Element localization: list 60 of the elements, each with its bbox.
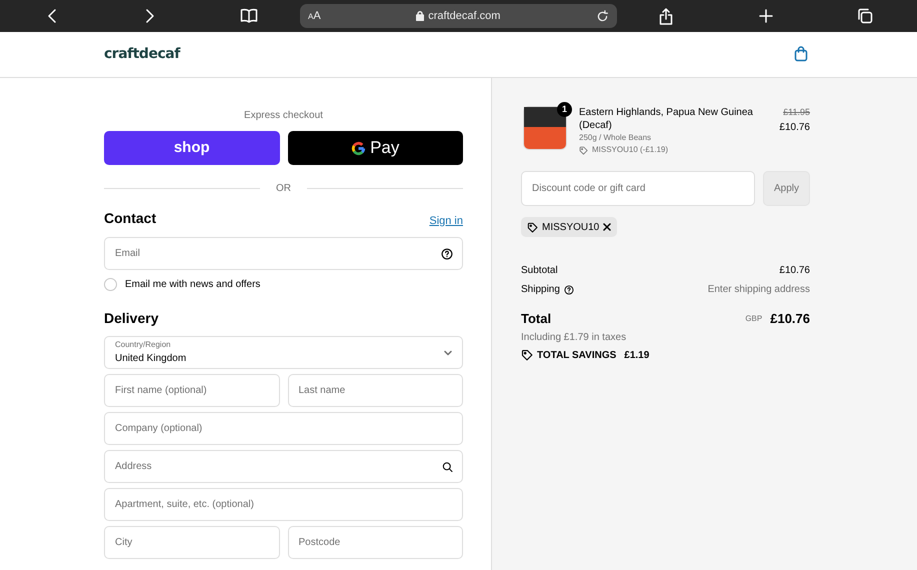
currency-code: GBP	[745, 312, 762, 325]
savings-tag-icon	[521, 349, 533, 361]
product-variant: 250g / Whole Beans	[579, 132, 652, 144]
forward-icon[interactable]	[144, 8, 156, 24]
newsletter-label: Email me with news and offers	[125, 278, 260, 292]
chevron-down-icon	[444, 350, 452, 356]
google-g-icon	[351, 140, 366, 156]
discount-code-field[interactable]: Discount code or gift card	[521, 171, 755, 206]
country-select[interactable]: Country/Region United Kingdom	[104, 336, 463, 369]
reload-icon[interactable]	[596, 10, 609, 22]
help-icon	[564, 284, 574, 294]
tag-icon	[579, 146, 588, 154]
shipping-value: Enter shipping address	[708, 283, 810, 297]
google-pay-button[interactable]: Pay	[288, 131, 463, 165]
product-name: Eastern Highlands, Papua New Guinea (Decaf)	[579, 106, 754, 132]
discount-chip: MISSYOU10	[521, 217, 618, 237]
address-bar[interactable]: AA craftdecaf.com	[300, 4, 617, 28]
original-price: £11.95	[783, 106, 810, 119]
shopping-bag-icon[interactable]	[794, 46, 808, 62]
contact-heading: Contact	[104, 209, 156, 228]
tag-icon	[527, 222, 538, 232]
product-price: £10.76	[779, 120, 810, 134]
delivery-heading: Delivery	[104, 310, 158, 326]
tabs-icon[interactable]	[857, 8, 873, 24]
total-savings-value: £1.19	[624, 348, 650, 362]
sign-in-link[interactable]: Sign in	[429, 212, 463, 229]
text-size-button[interactable]: AA	[308, 8, 321, 24]
total-savings-label: TOTAL SAVINGS	[537, 348, 616, 362]
country-label: Country/Region	[115, 339, 172, 351]
input-field[interactable]: Apartment, suite, etc. (optional)	[104, 488, 463, 521]
input-field[interactable]: First name (optional)	[104, 374, 280, 407]
discount-code-text: MISSYOU10 (-£1.19)	[592, 144, 668, 156]
input-field[interactable]: Last name	[288, 374, 463, 407]
email-field[interactable]: Email	[104, 237, 463, 270]
input-field[interactable]: City	[104, 526, 280, 559]
shipping-label: Shipping	[521, 283, 560, 297]
book-icon[interactable]	[240, 8, 258, 24]
help-icon	[441, 248, 453, 260]
plus-icon[interactable]	[759, 8, 773, 23]
quantity-badge: 1	[557, 102, 572, 117]
country-value: United Kingdom	[115, 352, 186, 366]
url-text: craftdecaf.com	[428, 8, 500, 24]
total-value: £10.76	[770, 310, 810, 328]
address-search-field[interactable]: Address	[104, 450, 463, 483]
logo[interactable]: craftdecaf	[104, 44, 180, 65]
subtotal-label: Subtotal	[521, 264, 558, 278]
close-icon[interactable]	[603, 223, 612, 231]
share-icon[interactable]	[659, 8, 673, 24]
input-field[interactable]: Company (optional)	[104, 412, 463, 445]
or-divider-text: OR	[276, 182, 291, 196]
express-checkout-label: Express checkout	[244, 110, 323, 121]
input-field[interactable]: Postcode	[288, 526, 463, 559]
newsletter-checkbox[interactable]	[104, 278, 117, 291]
subtotal-value: £10.76	[779, 264, 810, 278]
total-label: Total	[521, 310, 552, 328]
back-icon[interactable]	[46, 8, 58, 24]
taxes-note: Including £1.79 in taxes	[521, 332, 626, 342]
shop-pay-button[interactable]: shop	[104, 131, 280, 165]
lock-icon	[416, 11, 424, 21]
search-icon	[442, 461, 453, 472]
